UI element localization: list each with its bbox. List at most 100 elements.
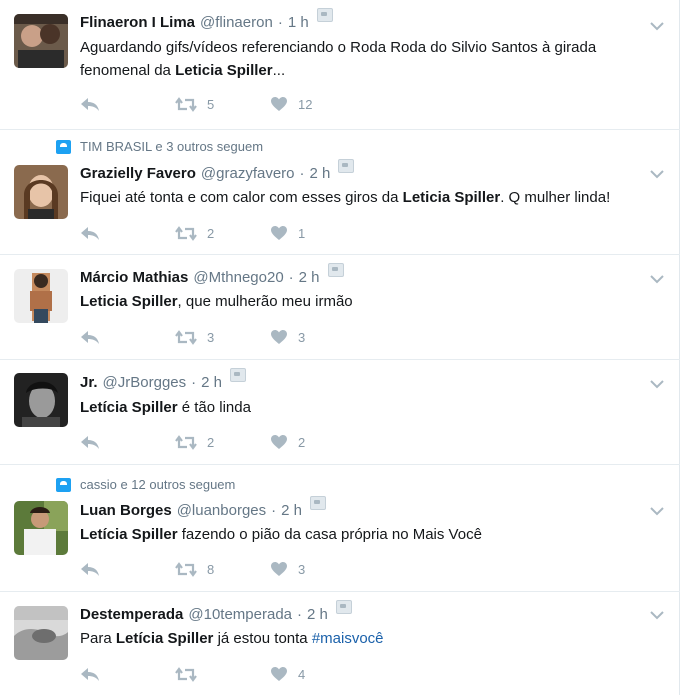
highlighted-term: Leticia Spiller [80,293,178,310]
retweet-icon [175,329,197,345]
display-name[interactable]: Grazielly Favero [80,165,196,182]
tweet-text: Aguardando gifs/vídeos referenciando o R… [80,36,660,82]
like-button[interactable]: 3 [270,561,365,577]
retweet-button[interactable]: 2 [175,226,270,241]
reply-icon [81,435,99,449]
display-name[interactable]: Flinaeron I Lima [80,14,195,31]
avatar[interactable] [14,165,68,219]
tweet-actions: 2 1 [80,225,365,241]
hashtag-link[interactable]: #maisvocê [312,630,384,647]
avatar[interactable] [14,269,68,323]
retweet-count: 2 [207,434,215,450]
tweet[interactable]: Márcio Mathias @Mthnego20 · 2 h Leticia … [0,255,680,360]
tweet[interactable]: Flinaeron I Lima @flinaeron · 1 h Aguard… [0,0,680,130]
tweet-header: Jr. @JrBorgges · 2 h [80,368,246,391]
display-name[interactable]: Jr. [80,374,98,391]
retweet-count: 3 [207,329,215,345]
retweet-button[interactable] [175,666,270,682]
follow-context-icon [56,139,71,154]
follow-context-icon [56,477,71,492]
retweet-icon [175,225,197,241]
media-icon [327,263,344,277]
username[interactable]: @JrBorgges [103,374,187,391]
tweet[interactable]: TIM BRASIL e 3 outros seguem Grazielly F… [0,130,680,255]
retweet-icon [175,96,197,112]
retweet-button[interactable]: 8 [175,562,270,577]
username[interactable]: @luanborges [177,502,266,519]
tweet-text-fragment: . Q mulher linda! [500,189,611,206]
like-button[interactable]: 2 [270,434,365,450]
username[interactable]: @flinaeron [200,14,273,31]
tweet[interactable]: cassio e 12 outros seguem Luan Borges @l… [0,465,680,592]
timestamp[interactable]: 2 h [299,269,320,286]
like-button[interactable]: 4 [270,666,365,682]
timestamp[interactable]: 2 h [310,165,331,182]
chevron-down-icon[interactable] [650,503,664,516]
social-context-text: TIM BRASIL e 3 outros seguem [80,139,264,154]
timestamp[interactable]: 2 h [307,606,328,623]
like-button[interactable]: 1 [270,225,365,241]
heart-icon [271,435,287,449]
highlighted-term: Letícia Spiller [80,526,178,543]
retweet-button[interactable]: 2 [175,435,270,450]
social-context: cassio e 12 outros seguem [56,477,235,492]
display-name[interactable]: Márcio Mathias [80,269,188,286]
chevron-down-icon[interactable] [650,166,664,179]
reply-icon [81,226,99,240]
retweet-icon [175,666,197,682]
retweet-button[interactable]: 5 [175,97,270,112]
chevron-down-icon[interactable] [650,18,664,31]
display-name[interactable]: Luan Borges [80,502,172,519]
tweet-text-fragment: Fiquei até tonta e com calor com esses g… [80,189,403,206]
heart-icon [271,562,287,576]
like-count: 3 [298,329,306,345]
display-name[interactable]: Destemperada [80,606,183,623]
reply-button[interactable] [80,667,175,682]
reply-button[interactable] [80,562,175,577]
reply-button[interactable] [80,330,175,345]
separator: · [277,14,283,31]
username[interactable]: @grazyfavero [201,165,295,182]
highlighted-term: Leticia Spiller [402,189,501,206]
username[interactable]: @Mthnego20 [193,269,283,286]
reply-button[interactable] [80,97,175,112]
tweet-text-fragment: ... [272,62,286,79]
tweet-text: Leticia Spiller, que mulherão meu irmão [80,290,660,313]
media-icon [335,600,352,614]
like-button[interactable]: 3 [270,329,365,345]
retweet-button[interactable]: 3 [175,330,270,345]
avatar[interactable] [14,501,68,555]
like-button[interactable]: 12 [270,96,365,112]
separator: · [271,502,277,519]
chevron-down-icon[interactable] [650,607,664,620]
tweet[interactable]: Destemperada @10temperada · 2 h Para Let… [0,592,680,695]
retweet-count: 8 [207,561,215,577]
avatar[interactable] [14,14,68,68]
username[interactable]: @10temperada [188,606,292,623]
timestamp[interactable]: 2 h [281,502,302,519]
reply-button[interactable] [80,226,175,241]
tweet-header: Grazielly Favero @grazyfavero · 2 h [80,159,355,182]
reply-icon [81,330,99,344]
chevron-down-icon[interactable] [650,271,664,284]
tweet-text: Para Letícia Spiller já estou tonta #mai… [80,627,660,650]
retweet-count: 2 [207,225,215,241]
separator: · [299,165,305,182]
like-count: 4 [298,666,306,682]
tweet-text-fragment: Para [80,630,116,647]
avatar[interactable] [14,373,68,427]
reply-button[interactable] [80,435,175,450]
media-icon [316,8,333,22]
heart-icon [271,97,287,111]
tweet[interactable]: Jr. @JrBorgges · 2 h Letícia Spiller é t… [0,360,680,465]
tweet-header: Luan Borges @luanborges · 2 h [80,496,326,519]
tweet-text-fragment: é tão linda [177,399,251,416]
timestamp[interactable]: 1 h [288,14,309,31]
separator: · [191,374,197,391]
timestamp[interactable]: 2 h [201,374,222,391]
retweet-icon [175,561,197,577]
chevron-down-icon[interactable] [650,376,664,389]
tweet-header: Márcio Mathias @Mthnego20 · 2 h [80,263,344,286]
highlighted-term: Letícia Spiller [115,630,214,647]
avatar[interactable] [14,606,68,660]
